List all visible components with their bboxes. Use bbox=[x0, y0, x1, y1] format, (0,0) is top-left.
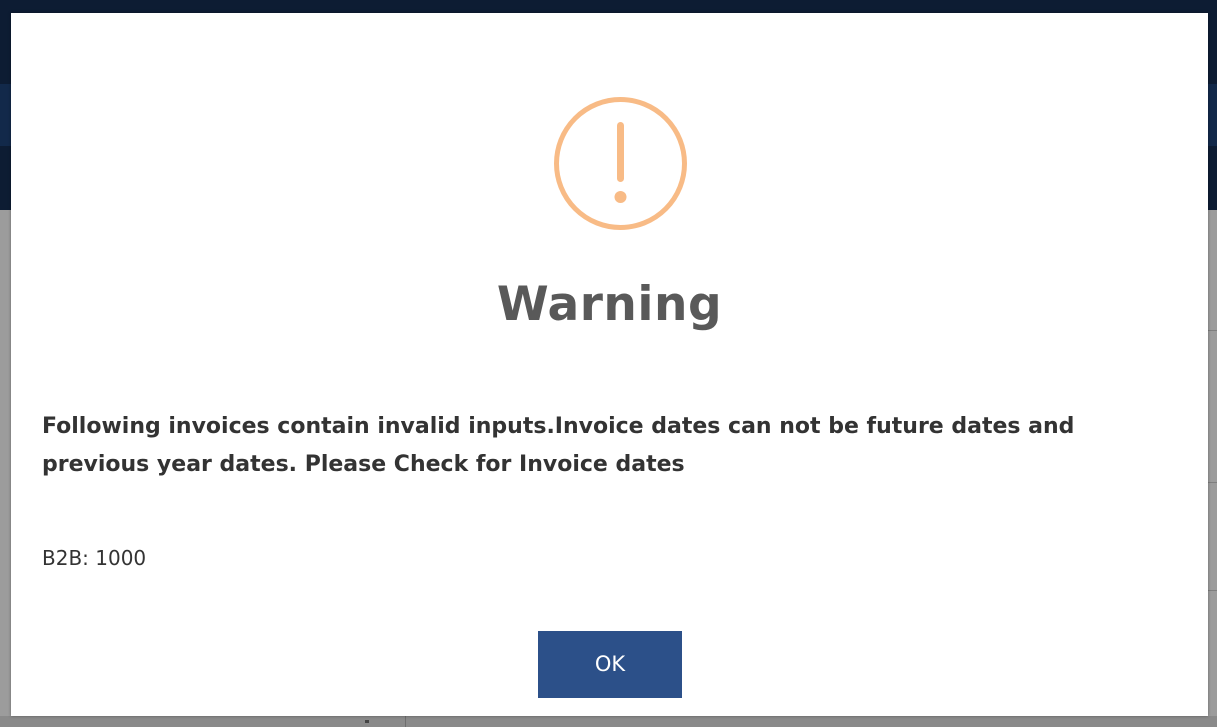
background-column-divider bbox=[405, 716, 406, 727]
background-row-divider bbox=[1208, 590, 1217, 591]
ok-button[interactable]: OK bbox=[538, 631, 682, 698]
warning-dialog: Warning Following invoices contain inval… bbox=[11, 13, 1208, 716]
dialog-detail: B2B: 1000 bbox=[42, 546, 147, 570]
dialog-message: Following invoices contain invalid input… bbox=[42, 414, 1075, 477]
background-bottom-strip bbox=[0, 716, 1217, 727]
background-row-divider bbox=[1208, 482, 1217, 483]
background-dropdown-caret bbox=[365, 720, 369, 723]
dialog-title: Warning bbox=[496, 277, 723, 332]
exclamation-circle-icon bbox=[554, 97, 687, 230]
background-row-divider bbox=[1208, 330, 1217, 331]
